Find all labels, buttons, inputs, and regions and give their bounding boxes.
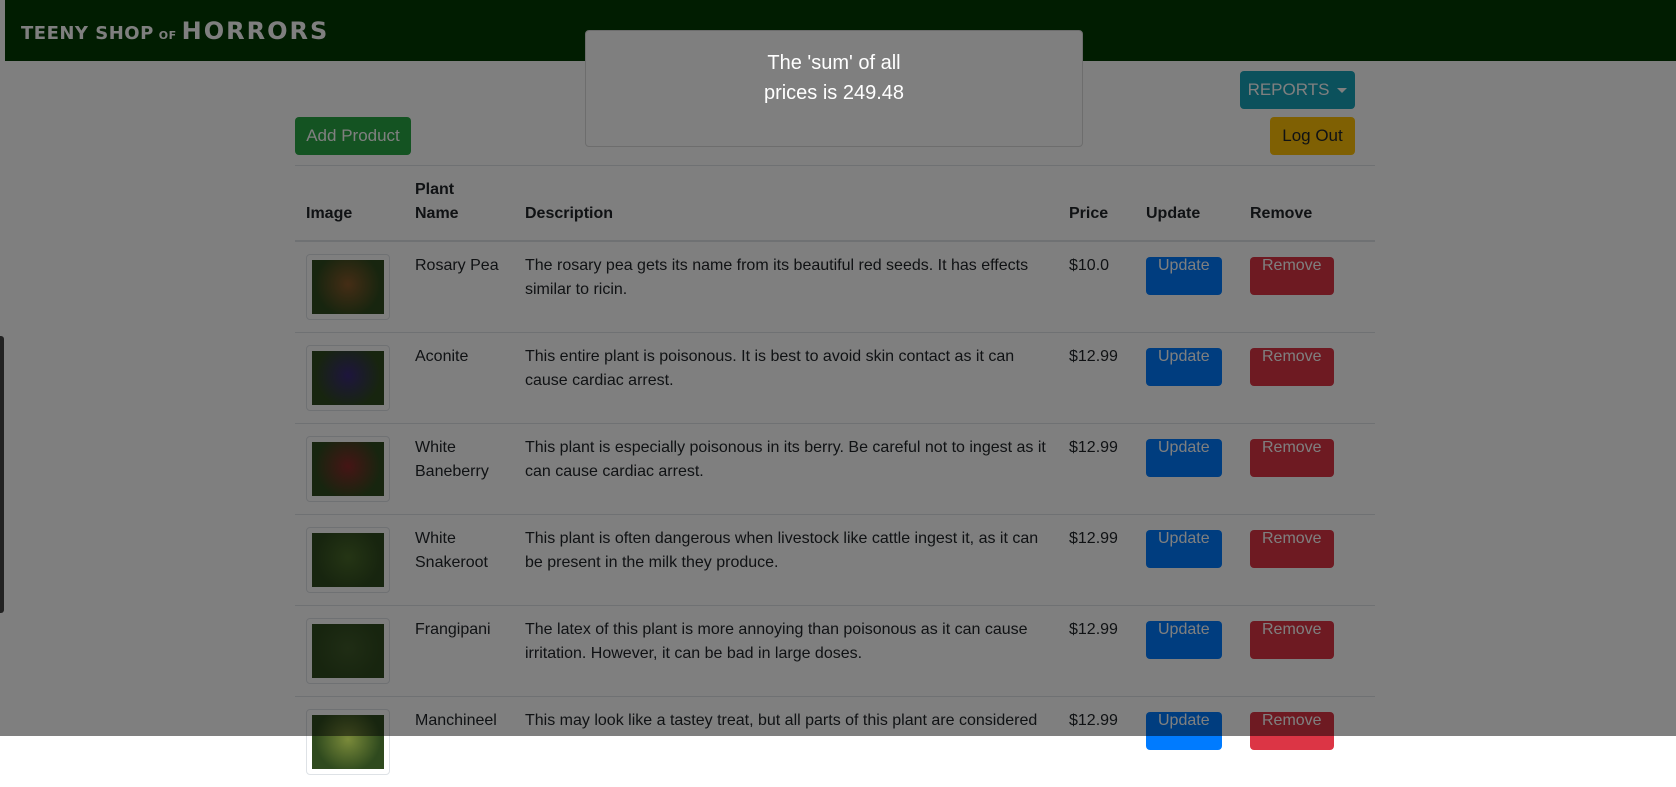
- image-cell: [295, 424, 404, 515]
- plant-image: [312, 624, 384, 678]
- update-button[interactable]: Update: [1146, 439, 1222, 477]
- description-cell: The latex of this plant is more annoying…: [514, 606, 1058, 697]
- remove-cell: Remove: [1239, 697, 1375, 787]
- table-row: White Baneberry This plant is especially…: [295, 424, 1375, 515]
- header-plant-name-line2: Name: [415, 205, 459, 222]
- update-cell: Update: [1135, 697, 1239, 787]
- toast-line1: The 'sum' of all: [586, 48, 1082, 78]
- header-plant-name: Plant Name: [404, 166, 514, 242]
- plant-name-cell: Manchineel: [404, 697, 514, 787]
- logout-button[interactable]: Log Out: [1270, 117, 1355, 155]
- brand-text-part2: OF: [159, 29, 177, 42]
- main-content: Add Product REPORTS Log Out Image Plant …: [0, 61, 1676, 736]
- update-cell: Update: [1135, 606, 1239, 697]
- remove-button[interactable]: Remove: [1250, 621, 1334, 659]
- price-cell: $12.99: [1058, 333, 1135, 424]
- remove-cell: Remove: [1239, 424, 1375, 515]
- plant-thumbnail: [306, 709, 390, 775]
- plant-image: [312, 351, 384, 405]
- table-row: White Snakeroot This plant is often dang…: [295, 515, 1375, 606]
- remove-button[interactable]: Remove: [1250, 348, 1334, 386]
- update-cell: Update: [1135, 333, 1239, 424]
- remove-cell: Remove: [1239, 515, 1375, 606]
- table-row: Rosary Pea The rosary pea gets its name …: [295, 241, 1375, 333]
- table-row: Manchineel This may look like a tastey t…: [295, 697, 1375, 787]
- plant-thumbnail: [306, 527, 390, 593]
- toast-line2: prices is 249.48: [586, 78, 1082, 108]
- remove-button[interactable]: Remove: [1250, 712, 1334, 750]
- price-cell: $12.99: [1058, 424, 1135, 515]
- price-cell: $12.99: [1058, 697, 1135, 787]
- update-cell: Update: [1135, 424, 1239, 515]
- caret-down-icon: [1337, 88, 1347, 93]
- plant-name-cell: Aconite: [404, 333, 514, 424]
- brand-text-part1: TEENY SHOP: [21, 23, 154, 44]
- plant-name-cell: White Baneberry: [404, 424, 514, 515]
- plant-image: [312, 715, 384, 769]
- price-cell: $12.99: [1058, 515, 1135, 606]
- update-button[interactable]: Update: [1146, 712, 1222, 750]
- header-image: Image: [295, 166, 404, 242]
- update-button[interactable]: Update: [1146, 530, 1222, 568]
- remove-cell: Remove: [1239, 241, 1375, 333]
- plant-thumbnail: [306, 254, 390, 320]
- reports-dropdown-button[interactable]: REPORTS: [1240, 71, 1355, 109]
- plant-name-cell: White Snakeroot: [404, 515, 514, 606]
- brand-text-part3: HORRORS: [182, 17, 330, 45]
- plant-image: [312, 442, 384, 496]
- plant-image: [312, 260, 384, 314]
- update-cell: Update: [1135, 241, 1239, 333]
- image-cell: [295, 515, 404, 606]
- plant-thumbnail: [306, 345, 390, 411]
- update-cell: Update: [1135, 515, 1239, 606]
- description-cell: This entire plant is poisonous. It is be…: [514, 333, 1058, 424]
- plant-name-cell: Frangipani: [404, 606, 514, 697]
- description-cell: This may look like a tastey treat, but a…: [514, 697, 1058, 787]
- reports-label: REPORTS: [1248, 80, 1330, 100]
- plant-thumbnail: [306, 436, 390, 502]
- price-cell: $10.0: [1058, 241, 1135, 333]
- update-button[interactable]: Update: [1146, 621, 1222, 659]
- table-header-row: Image Plant Name Description Price Updat…: [295, 166, 1375, 242]
- header-remove: Remove: [1239, 166, 1375, 242]
- table-row: Frangipani The latex of this plant is mo…: [295, 606, 1375, 697]
- header-description: Description: [514, 166, 1058, 242]
- image-cell: [295, 606, 404, 697]
- header-update: Update: [1135, 166, 1239, 242]
- products-table-container: Image Plant Name Description Price Updat…: [295, 165, 1375, 787]
- image-cell: [295, 333, 404, 424]
- table-row: Aconite This entire plant is poisonous. …: [295, 333, 1375, 424]
- image-cell: [295, 697, 404, 787]
- update-button[interactable]: Update: [1146, 257, 1222, 295]
- header-plant-name-line1: Plant: [415, 181, 454, 198]
- remove-cell: Remove: [1239, 333, 1375, 424]
- plant-thumbnail: [306, 618, 390, 684]
- description-cell: This plant is especially poisonous in it…: [514, 424, 1058, 515]
- sum-report-toast: The 'sum' of all prices is 249.48: [585, 30, 1083, 147]
- remove-button[interactable]: Remove: [1250, 530, 1334, 568]
- description-cell: This plant is often dangerous when lives…: [514, 515, 1058, 606]
- description-cell: The rosary pea gets its name from its be…: [514, 241, 1058, 333]
- add-product-button[interactable]: Add Product: [295, 117, 411, 155]
- plant-image: [312, 533, 384, 587]
- update-button[interactable]: Update: [1146, 348, 1222, 386]
- window-edge: [0, 336, 4, 613]
- remove-button[interactable]: Remove: [1250, 439, 1334, 477]
- remove-button[interactable]: Remove: [1250, 257, 1334, 295]
- products-table: Image Plant Name Description Price Updat…: [295, 165, 1375, 787]
- price-cell: $12.99: [1058, 606, 1135, 697]
- brand-logo[interactable]: TEENY SHOP OF HORRORS: [21, 17, 329, 45]
- plant-name-cell: Rosary Pea: [404, 241, 514, 333]
- remove-cell: Remove: [1239, 606, 1375, 697]
- header-price: Price: [1058, 166, 1135, 242]
- image-cell: [295, 241, 404, 333]
